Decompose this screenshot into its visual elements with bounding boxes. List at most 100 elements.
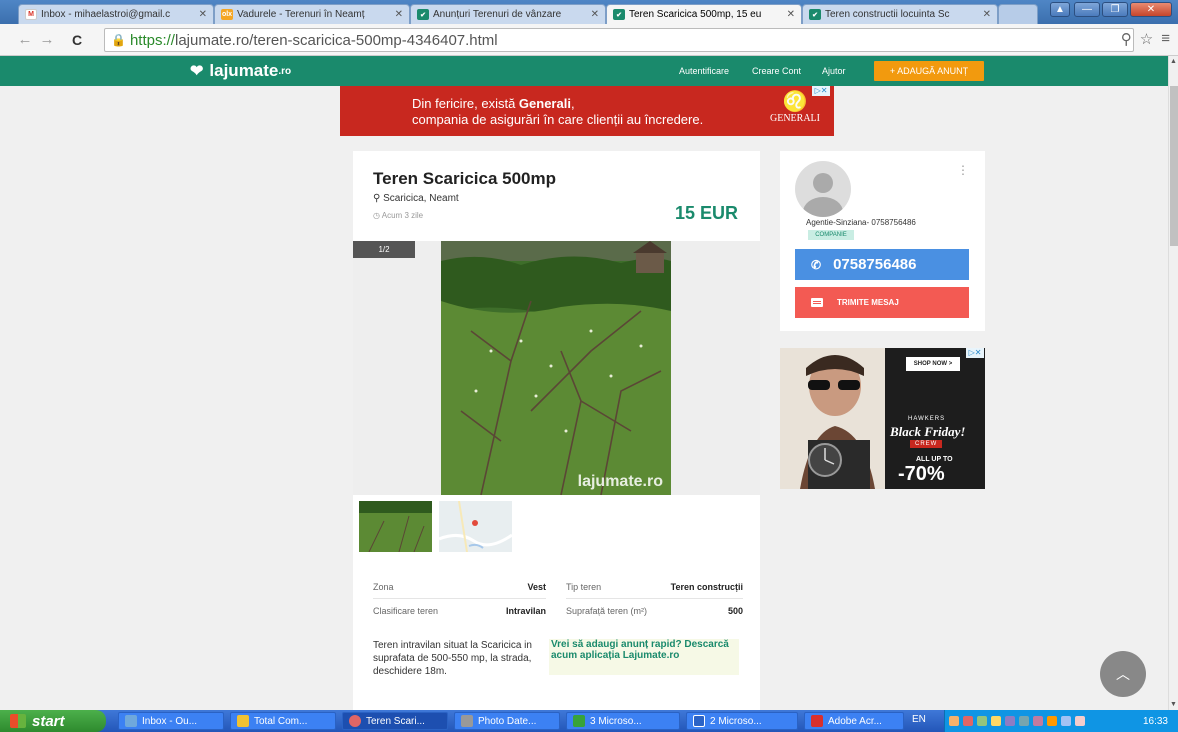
outlook-icon	[125, 715, 137, 727]
windows-logo-icon	[10, 714, 26, 728]
photo-counter: 1/2	[353, 241, 415, 258]
site-header: ❤ lajumate .ro Autentificare Creare Cont …	[0, 56, 1168, 86]
lock-icon: 🔒	[111, 33, 126, 47]
map-thumbnail[interactable]	[439, 501, 512, 552]
reload-icon[interactable]: C	[66, 32, 88, 48]
star-icon[interactable]: ☆	[1140, 30, 1153, 48]
close-tab-icon[interactable]: ✕	[787, 9, 795, 20]
scroll-up-icon: ▲	[1170, 58, 1177, 65]
listing-card: Teren Scaricica 500mp ⚲ Scaricica, Neamt…	[353, 151, 760, 711]
seller-name: Agentie-Sinziana- 0758756486	[806, 218, 916, 227]
tab-lajumate-list[interactable]: ✔ Anunțuri Terenuri de vânzare ✕	[410, 4, 606, 24]
taskbar-item[interactable]: 3 Microso...	[566, 712, 680, 730]
photo-watermark: lajumate.ro	[577, 473, 663, 490]
windows-taskbar: start Inbox - Ou... Total Com... Teren S…	[0, 710, 1178, 732]
listing-description: Teren intravilan situat la Scaricica in …	[373, 640, 532, 677]
menu-icon[interactable]: ≡	[1161, 30, 1170, 48]
main-photo[interactable]: lajumate.ro	[441, 241, 671, 495]
new-tab-button[interactable]	[998, 4, 1038, 24]
message-icon	[811, 298, 823, 307]
close-tab-icon[interactable]: ✕	[591, 9, 599, 20]
listing-time: ◷ Acum 3 zile	[373, 211, 424, 220]
zoom-icon[interactable]: ⚲	[1121, 30, 1132, 48]
lajumate-logo-icon: ❤	[190, 63, 204, 80]
taskbar-item[interactable]: Photo Date...	[454, 712, 560, 730]
chrome-icon	[349, 715, 361, 727]
close-window-button[interactable]: ✕	[1130, 2, 1172, 17]
acrobat-icon	[811, 715, 823, 727]
send-message-button[interactable]: TRIMITE MESAJ	[795, 287, 969, 318]
tab-current-listing[interactable]: ✔ Teren Scaricica 500mp, 15 eu ✕	[606, 4, 802, 24]
excel-icon	[573, 715, 585, 727]
taskbar-item[interactable]: Teren Scari...	[342, 712, 448, 730]
minimize-button[interactable]: —	[1074, 2, 1100, 17]
language-indicator[interactable]: EN	[912, 714, 926, 725]
tray-icon	[1047, 716, 1057, 726]
tray-icon	[1005, 716, 1015, 726]
help-link[interactable]: Ajutor	[822, 66, 846, 76]
taskbar-item[interactable]: 2 Microso...	[686, 712, 798, 730]
chevron-up-icon: ︿	[1116, 666, 1130, 682]
add-ad-button[interactable]: + ADAUGĂ ANUNȚ	[874, 61, 984, 81]
location-pin-icon: ⚲	[373, 193, 381, 204]
scroll-to-top-button[interactable]: ︿	[1100, 651, 1146, 697]
lajumate-icon: ✔	[613, 9, 625, 20]
scrollbar-thumb[interactable]	[1170, 86, 1178, 246]
login-link[interactable]: Autentificare	[679, 66, 729, 76]
shop-now-button[interactable]: SHOP NOW >	[906, 357, 960, 371]
word-icon	[693, 715, 705, 727]
seller-card: ⋮ Agentie-Sinziana- 0758756486 COMPANIE …	[780, 151, 985, 331]
browser-tab-strip: M Inbox - mihaelastroi@gmail.c ✕ olx Vad…	[0, 0, 1178, 24]
user-icon[interactable]: ▲	[1050, 2, 1070, 17]
taskbar-item[interactable]: Total Com...	[230, 712, 336, 730]
adchoices-icon[interactable]: ▷✕	[966, 348, 984, 358]
clock[interactable]: 16:33	[1143, 716, 1168, 727]
hawkers-ad-banner[interactable]: SHOP NOW > HAWKERS Black Friday! CREW AL…	[780, 348, 985, 489]
listing-title: Teren Scaricica 500mp	[373, 169, 557, 188]
generali-ad-banner[interactable]: Din fericire, există Generali, compania …	[340, 86, 834, 136]
browser-toolbar: ← → C 🔒 https://lajumate.ro/teren-scaric…	[0, 24, 1178, 56]
start-button[interactable]: start	[0, 710, 106, 732]
tray-icon	[977, 716, 987, 726]
phone-icon: ✆	[811, 257, 822, 272]
tab-olx[interactable]: olx Vadurele - Terenuri în Neamț ✕	[214, 4, 410, 24]
photo-thumbnail[interactable]	[359, 501, 432, 552]
forward-icon[interactable]: →	[36, 31, 58, 48]
more-options-icon[interactable]: ⋮	[957, 163, 969, 177]
detail-row: Tip teren Teren construcții	[566, 575, 743, 599]
tray-icon	[963, 716, 973, 726]
generali-logo: ♌ GENERALI	[764, 92, 826, 132]
tray-icon	[1061, 716, 1071, 726]
tray-icon	[949, 716, 959, 726]
detail-row: Suprafață teren (m²) 500	[566, 606, 743, 616]
register-link[interactable]: Creare Cont	[752, 66, 801, 76]
tray-icon	[1075, 716, 1085, 726]
olx-icon: olx	[221, 9, 233, 20]
tab-lajumate-constructii[interactable]: ✔ Teren constructii locuinta Sc ✕	[802, 4, 998, 24]
taskbar-item[interactable]: Adobe Acr...	[804, 712, 904, 730]
site-logo[interactable]: ❤ lajumate .ro	[190, 61, 291, 81]
close-tab-icon[interactable]: ✕	[983, 9, 991, 20]
detail-row: Clasificare teren Intravilan	[373, 606, 546, 616]
close-tab-icon[interactable]: ✕	[199, 9, 207, 20]
scroll-down-icon: ▼	[1170, 701, 1177, 708]
call-seller-button[interactable]: ✆ 0758756486	[795, 249, 969, 280]
address-bar[interactable]: 🔒 https://lajumate.ro/teren-scaricica-50…	[104, 28, 1134, 52]
listing-location: ⚲ Scaricica, Neamt	[373, 193, 459, 204]
tab-gmail[interactable]: M Inbox - mihaelastroi@gmail.c ✕	[18, 4, 214, 24]
photo-icon	[461, 715, 473, 727]
page-scrollbar[interactable]: ▲ ▼	[1168, 56, 1178, 710]
system-tray: 16:33	[944, 710, 1178, 732]
app-promo-link[interactable]: Vrei să adaugi anunț rapid? Descarcă acu…	[549, 639, 739, 675]
photo-gallery[interactable]: 1/2 lajumate.ro	[353, 241, 760, 495]
company-badge: COMPANIE	[808, 230, 854, 240]
avatar	[795, 161, 851, 217]
back-icon[interactable]: ←	[14, 31, 36, 48]
gmail-icon: M	[25, 9, 37, 20]
adchoices-icon[interactable]: ▷✕	[812, 86, 830, 96]
close-tab-icon[interactable]: ✕	[395, 9, 403, 20]
map-pin-icon	[472, 520, 478, 526]
clock-icon: ◷	[373, 211, 380, 220]
maximize-button[interactable]: ❐	[1102, 2, 1128, 17]
taskbar-item[interactable]: Inbox - Ou...	[118, 712, 224, 730]
